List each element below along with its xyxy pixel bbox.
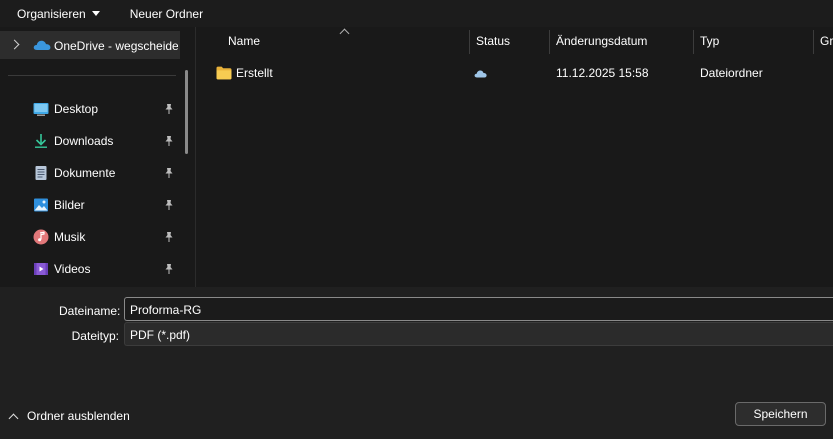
file-list: Name Status Änderungsdatum Typ Gr Erstel… [197, 27, 833, 287]
column-header-type[interactable]: Typ [700, 27, 719, 55]
nav-item-label: Downloads [54, 134, 114, 148]
column-header-label: Änderungsdatum [556, 34, 648, 48]
nav-item-label: Dokumente [54, 166, 116, 180]
nav-item-onedrive[interactable]: OneDrive - wegscheide [0, 31, 180, 59]
toolbar: Organisieren Neuer Ordner [0, 0, 833, 27]
hide-folders-button[interactable]: Ordner ausblenden [8, 409, 130, 423]
nav-item-pictures[interactable]: Bilder [0, 191, 180, 219]
filename-value: Proforma-RG [130, 303, 202, 317]
filename-label: Dateiname: [59, 304, 121, 318]
pin-icon[interactable] [163, 135, 175, 147]
column-header-label: Name [228, 34, 261, 48]
music-icon [33, 229, 49, 245]
column-divider[interactable] [469, 30, 470, 54]
column-divider[interactable] [549, 30, 550, 54]
column-header-label: Status [476, 34, 511, 48]
cloud-status-icon [474, 70, 487, 78]
pin-icon[interactable] [163, 263, 175, 275]
table-row[interactable]: Erstellt 11.12.2025 15:58 Dateiordner [197, 60, 833, 86]
save-label: Speichern [753, 407, 808, 421]
pin-icon[interactable] [163, 103, 175, 115]
documents-icon [35, 166, 47, 180]
chevron-up-icon [8, 413, 19, 423]
file-date: 11.12.2025 15:58 [556, 66, 649, 80]
filetype-select[interactable]: PDF (*.pdf) [124, 322, 833, 346]
column-divider[interactable] [693, 30, 694, 54]
nav-scrollbar[interactable] [185, 70, 188, 154]
navigation-pane: OneDrive - wegscheide Desktop Downloads [0, 27, 196, 287]
onedrive-label: OneDrive - wegscheide [54, 39, 178, 53]
column-header-label: Typ [700, 34, 720, 48]
videos-icon [34, 263, 48, 275]
save-dialog-footer: Dateiname: Proforma-RG Dateityp: PDF (*.… [0, 287, 833, 439]
onedrive-cloud-icon [33, 40, 51, 50]
chevron-right-icon[interactable] [9, 39, 20, 50]
file-type: Dateiordner [700, 66, 763, 80]
column-header-status[interactable]: Status [476, 27, 510, 55]
filetype-label: Dateityp: [71, 329, 119, 343]
folder-icon [216, 66, 232, 80]
nav-item-downloads[interactable]: Downloads [0, 127, 180, 155]
nav-item-label: Musik [54, 230, 86, 244]
organize-button[interactable]: Organisieren [0, 0, 110, 27]
column-header-size[interactable]: Gr [820, 27, 833, 55]
nav-item-label: Desktop [54, 102, 99, 116]
file-name: Erstellt [236, 66, 273, 80]
filename-input[interactable]: Proforma-RG [124, 297, 833, 321]
nav-item-videos[interactable]: Videos [0, 255, 180, 283]
desktop-icon [33, 103, 49, 116]
caret-down-icon [91, 11, 100, 16]
pictures-icon [34, 198, 48, 212]
column-header-name[interactable]: Name [228, 27, 260, 55]
hide-folders-label: Ordner ausblenden [27, 409, 130, 423]
nav-item-label: Videos [54, 262, 91, 276]
pin-icon[interactable] [163, 199, 175, 211]
new-folder-label: Neuer Ordner [129, 6, 204, 21]
pin-icon[interactable] [163, 167, 175, 179]
nav-item-music[interactable]: Musik [0, 223, 180, 251]
nav-divider [8, 75, 176, 76]
column-divider[interactable] [813, 30, 814, 54]
pin-icon[interactable] [163, 231, 175, 243]
save-button[interactable]: Speichern [735, 402, 826, 426]
nav-item-documents[interactable]: Dokumente [0, 159, 180, 187]
filetype-value: PDF (*.pdf) [130, 328, 191, 342]
nav-item-label: Bilder [54, 198, 85, 212]
column-header-date[interactable]: Änderungsdatum [556, 27, 647, 55]
downloads-icon [35, 134, 47, 148]
column-header-label: Gr [820, 34, 833, 48]
nav-item-desktop[interactable]: Desktop [0, 95, 180, 123]
sort-ascending-icon [339, 28, 350, 39]
organize-label: Organisieren [17, 6, 86, 21]
new-folder-button[interactable]: Neuer Ordner [110, 0, 213, 27]
